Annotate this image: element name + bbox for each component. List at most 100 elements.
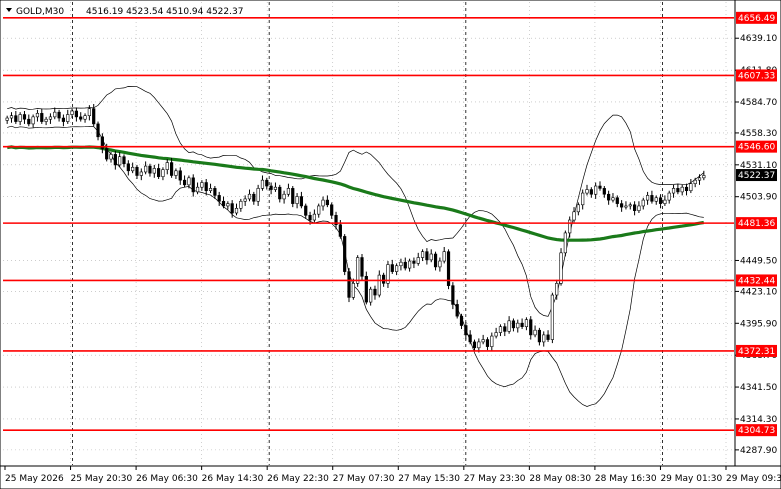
candle-body [693, 179, 697, 184]
candle-body [221, 200, 226, 207]
candle-body [66, 114, 70, 122]
candle-body [174, 170, 178, 176]
candle-body [5, 117, 9, 121]
candle-body [412, 260, 416, 264]
candle-body [217, 195, 221, 202]
x-tick-label: 26 May 06:30 [136, 474, 198, 484]
candle-body [44, 118, 48, 122]
level-label: 4607.33 [738, 71, 775, 81]
candle-body [433, 253, 438, 268]
candle-body [157, 168, 161, 177]
candle-body [563, 232, 567, 254]
candle-body [109, 154, 113, 160]
candle-body [594, 185, 598, 195]
candle-body [35, 113, 40, 118]
candle-body [472, 341, 477, 349]
candle-body [568, 219, 572, 234]
candle-body [131, 166, 135, 172]
candle-body [481, 339, 485, 343]
candle-body [498, 326, 503, 333]
y-tick-label: 4423.10 [740, 287, 777, 297]
x-tick-label: 27 May 15:30 [398, 474, 460, 484]
header-ohlc: 4516.19 4523.54 4510.94 4522.37 [86, 7, 243, 17]
candle-body [689, 183, 693, 192]
y-tick-label: 4341.50 [740, 383, 777, 393]
candle-body [464, 325, 468, 336]
candle-body [213, 188, 217, 196]
candle-body [654, 197, 658, 202]
candle-body [105, 148, 109, 160]
candle-body [187, 177, 191, 186]
candle-body [407, 260, 412, 269]
candle-body [477, 341, 481, 349]
y-tick-label: 4449.50 [740, 256, 777, 266]
candle-body [325, 199, 329, 206]
candle-body [533, 329, 537, 336]
candle-body [243, 198, 247, 202]
candle-body [516, 322, 520, 329]
x-tick-label: 26 May 22:30 [267, 474, 329, 484]
candle-body [126, 163, 130, 172]
candle-body [239, 200, 243, 209]
candle-body [529, 319, 533, 336]
candle-body [360, 257, 364, 277]
candle-body [22, 114, 27, 120]
candle-body [403, 261, 407, 269]
candle-body [278, 186, 282, 200]
candle-body [442, 251, 446, 262]
candle-body [576, 204, 580, 213]
candle-body [74, 110, 78, 118]
candle-body [671, 188, 676, 194]
chart-header: GOLD,M30 4516.19 4523.54 4510.94 4522.37 [6, 7, 243, 17]
candle-body [615, 197, 619, 204]
candle-body [684, 186, 689, 192]
candle-body [585, 189, 589, 194]
candle-body [286, 188, 291, 195]
x-tick-label: 26 May 14:30 [202, 474, 264, 484]
candle-body [252, 193, 256, 202]
candle-body [650, 195, 654, 202]
candle-body [524, 319, 529, 327]
x-tick-label: 27 May 07:30 [333, 474, 395, 484]
candle-body [425, 251, 429, 261]
candle-body [702, 175, 706, 179]
candle-body [438, 260, 442, 268]
candle-body [204, 182, 208, 192]
candle-body [602, 188, 606, 195]
candle-body [48, 116, 53, 120]
candle-body [455, 304, 459, 317]
candle-body [628, 204, 632, 207]
candle-body [14, 115, 18, 122]
candle-body [304, 205, 308, 216]
candle-body [347, 271, 351, 298]
candle-body [308, 215, 312, 221]
candle-body [369, 288, 373, 303]
trading-chart[interactable]: 4639.104611.804584.704558.304531.104503.… [0, 0, 781, 489]
price-chart-svg[interactable]: 4639.104611.804584.704558.304531.104503.… [0, 0, 781, 489]
candle-body [429, 253, 433, 261]
candle-body [589, 189, 593, 195]
candle-body [152, 168, 156, 174]
candle-body [485, 339, 490, 347]
candle-body [40, 113, 44, 122]
candle-body [624, 205, 628, 208]
candle-body [520, 322, 524, 327]
candle-body [581, 192, 585, 206]
candle-body [641, 199, 645, 207]
candle-body [330, 204, 334, 216]
x-tick-label: 28 May 16:30 [595, 474, 657, 484]
y-tick-label: 4639.10 [740, 34, 777, 44]
x-tick-label: 29 May 09:30 [726, 474, 781, 484]
candle-body [234, 207, 239, 214]
candle-body [611, 197, 615, 201]
candle-body [338, 224, 342, 237]
candle-body [165, 162, 169, 170]
candle-body [27, 118, 31, 125]
candle-body [195, 186, 200, 193]
candle-body [178, 170, 182, 181]
level-label: 4481.36 [738, 219, 775, 229]
y-tick-label: 4287.90 [740, 446, 777, 456]
y-tick-label: 4314.30 [740, 415, 777, 425]
candle-body [135, 166, 139, 176]
candle-body [182, 179, 187, 186]
